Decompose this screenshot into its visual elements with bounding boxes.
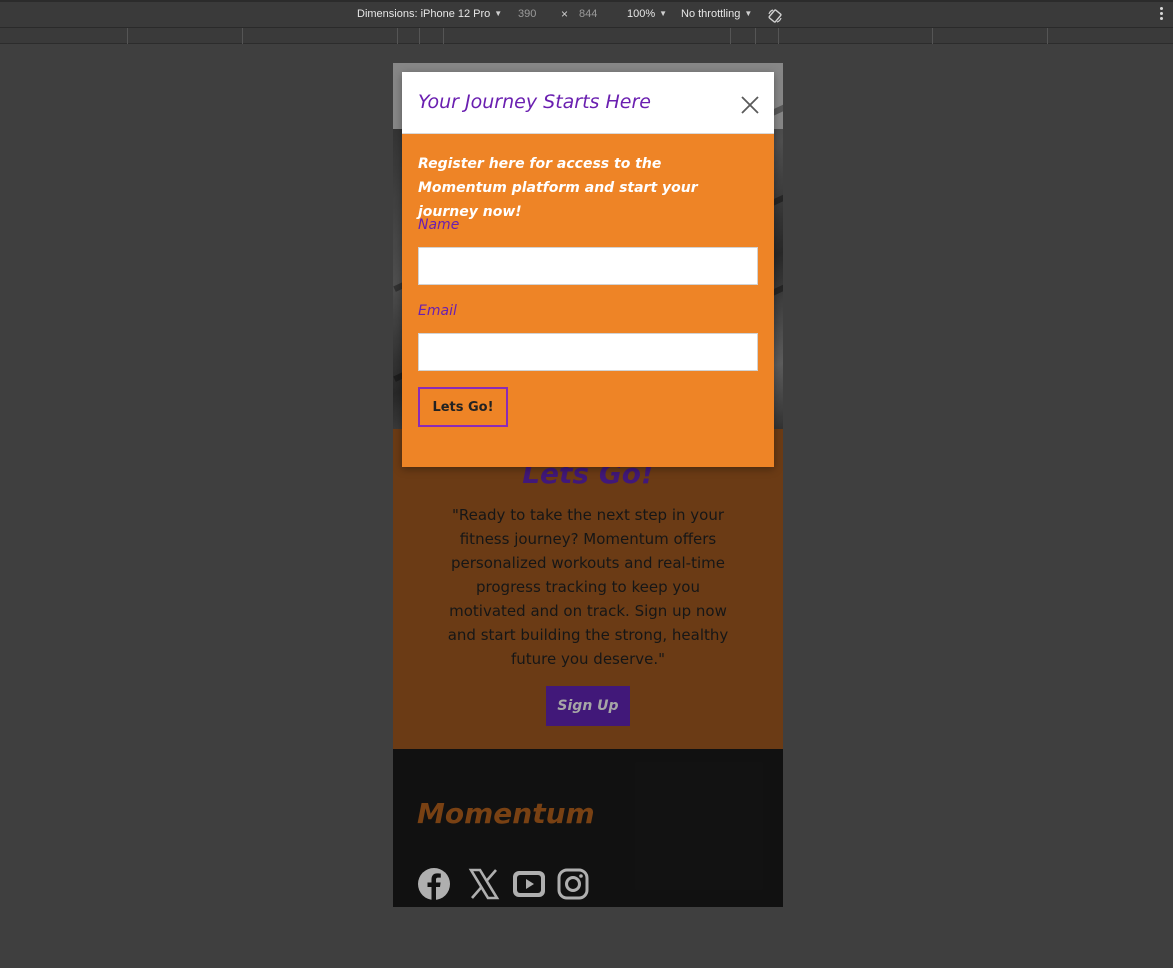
more-options-icon[interactable] bbox=[1160, 7, 1164, 21]
close-icon bbox=[741, 96, 759, 114]
throttling-value: No throttling bbox=[681, 8, 741, 20]
signup-modal: Your Journey Starts Here Register here f… bbox=[402, 72, 774, 467]
times-symbol: × bbox=[561, 7, 569, 21]
devtools-toolbar: Dimensions: iPhone 12 Pro ▼ 390 × 844 100… bbox=[0, 0, 1173, 28]
width-input[interactable]: 390 bbox=[518, 8, 536, 20]
height-input[interactable]: 844 bbox=[579, 8, 597, 20]
zoom-value: 100% bbox=[627, 8, 656, 20]
name-field[interactable] bbox=[418, 247, 758, 285]
zoom-select[interactable]: 100% ▼ bbox=[627, 8, 667, 20]
media-query-ruler bbox=[0, 28, 1173, 44]
chevron-down-icon: ▼ bbox=[744, 9, 753, 18]
submit-button[interactable]: Lets Go! bbox=[418, 387, 508, 427]
device-viewport: Lets Go! "Ready to take the next step in… bbox=[393, 63, 783, 907]
rotate-icon[interactable] bbox=[767, 8, 783, 24]
device-dimensions-label: Dimensions: iPhone 12 Pro bbox=[357, 8, 491, 20]
modal-title: Your Journey Starts Here bbox=[418, 91, 651, 113]
email-field[interactable] bbox=[418, 333, 758, 371]
chevron-down-icon: ▼ bbox=[659, 9, 668, 18]
modal-intro: Register here for access to the Momentum… bbox=[418, 156, 698, 220]
throttling-select[interactable]: No throttling ▼ bbox=[681, 8, 752, 20]
modal-header: Your Journey Starts Here bbox=[402, 72, 774, 134]
close-button[interactable] bbox=[736, 91, 764, 119]
name-label: Name bbox=[418, 217, 460, 233]
device-select[interactable]: Dimensions: iPhone 12 Pro ▼ bbox=[357, 8, 502, 20]
email-label: Email bbox=[418, 303, 457, 319]
chevron-down-icon: ▼ bbox=[494, 9, 503, 18]
